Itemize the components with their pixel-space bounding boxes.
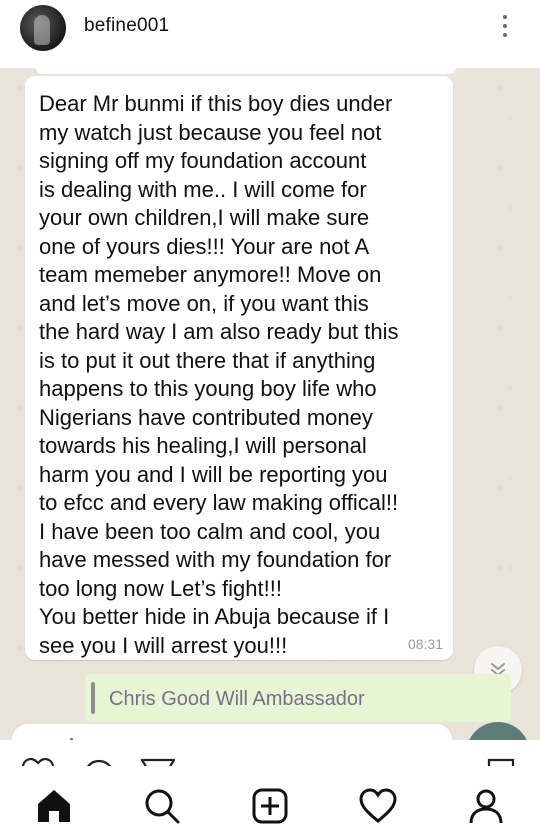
quote-sender-name: Chris Good Will Ambassador	[109, 688, 365, 710]
message-text: Dear Mr bunmi if this boy dies under my …	[39, 91, 399, 658]
search-icon[interactable]	[142, 786, 182, 826]
new-post-icon[interactable]	[250, 786, 290, 826]
post-actions	[0, 740, 540, 768]
chat-screenshot: Dear Mr bunmi if this boy dies under my …	[0, 68, 540, 740]
username[interactable]: befine001	[84, 15, 169, 37]
post-header: befine001	[0, 0, 540, 68]
previous-message-bubble	[36, 68, 456, 74]
profile-icon[interactable]	[466, 786, 506, 826]
reply-quote[interactable]: Chris Good Will Ambassador	[85, 674, 511, 722]
home-icon[interactable]	[34, 786, 74, 826]
message-timestamp: 08:31	[407, 636, 443, 652]
more-vertical-icon[interactable]	[500, 15, 510, 43]
activity-heart-icon[interactable]	[358, 786, 398, 826]
bottom-navigation	[0, 766, 540, 840]
message-bubble: Dear Mr bunmi if this boy dies under my …	[25, 76, 453, 660]
quote-bar	[91, 682, 95, 714]
message-input[interactable]	[12, 724, 452, 740]
avatar[interactable]	[20, 5, 66, 51]
